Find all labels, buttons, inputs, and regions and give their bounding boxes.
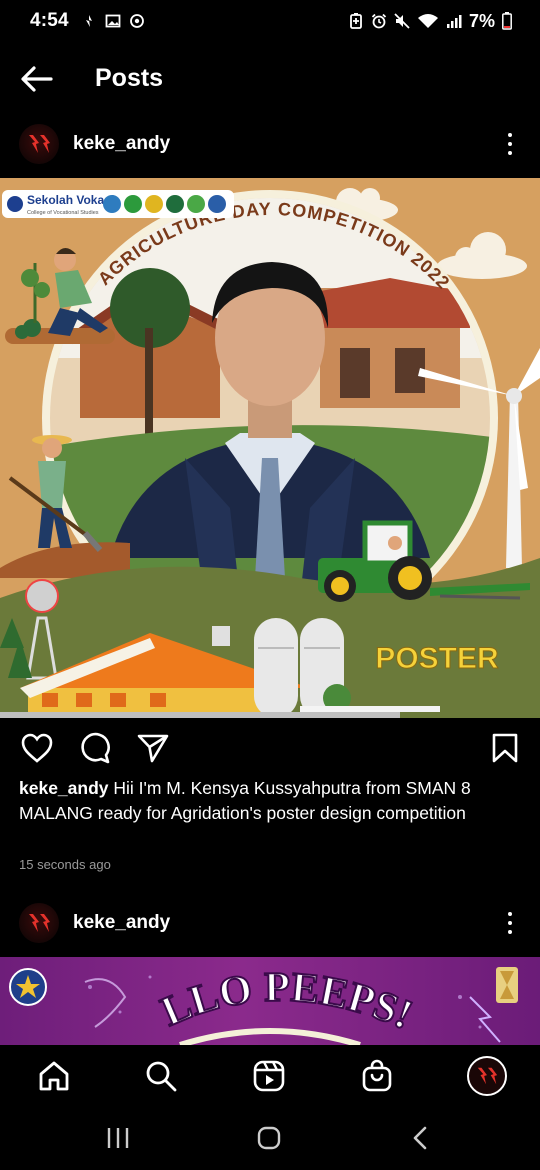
- page-title: Posts: [95, 64, 164, 92]
- poster-label: POSTER: [375, 642, 499, 675]
- post-actions: [0, 728, 540, 768]
- post-caption: keke_andy Hii I'm M. Kensya Kussyahputra…: [19, 776, 524, 826]
- sync-icon: [129, 13, 145, 29]
- alarm-icon: [371, 13, 387, 29]
- share-send-icon[interactable]: [136, 732, 170, 764]
- mute-icon: [394, 13, 410, 29]
- back-arrow-icon[interactable]: [20, 64, 54, 94]
- user-avatar[interactable]: [19, 903, 59, 943]
- top-header: Posts: [0, 52, 540, 108]
- status-time: 4:54: [30, 10, 69, 31]
- wifi-icon: [417, 13, 439, 29]
- image-icon: [105, 13, 121, 29]
- bottom-navigation: [0, 1045, 540, 1107]
- home-pill-icon[interactable]: [257, 1126, 281, 1150]
- battery-saver-icon: [348, 13, 364, 29]
- system-navigation: [0, 1107, 540, 1170]
- recents-icon[interactable]: [106, 1127, 130, 1149]
- home-icon[interactable]: [37, 1059, 71, 1093]
- user-avatar[interactable]: [19, 124, 59, 164]
- status-bar: 4:54 7%: [0, 0, 540, 42]
- shop-icon[interactable]: [360, 1059, 394, 1093]
- profile-avatar[interactable]: [467, 1056, 507, 1096]
- bookmark-icon[interactable]: [488, 732, 522, 764]
- post-username[interactable]: keke_andy: [73, 912, 170, 934]
- signal-icon: [446, 13, 462, 29]
- svg-text:Sekolah Vokasi: Sekolah Vokasi: [27, 193, 114, 207]
- post-image[interactable]: LLO PEEPS!: [0, 957, 540, 1045]
- caption-username[interactable]: keke_andy: [19, 778, 109, 798]
- weather-icon: [81, 13, 97, 29]
- more-options-icon[interactable]: [500, 910, 520, 936]
- battery-percent: 7%: [468, 10, 495, 31]
- svg-text:College of Vocational Studies: College of Vocational Studies: [27, 210, 99, 216]
- search-icon[interactable]: [144, 1059, 178, 1093]
- post-header: keke_andy: [0, 898, 540, 948]
- back-icon[interactable]: [410, 1126, 430, 1150]
- comment-icon[interactable]: [78, 732, 112, 764]
- post-timestamp: 15 seconds ago: [19, 857, 111, 872]
- svg-text:LLO PEEPS!: LLO PEEPS!: [155, 965, 419, 1039]
- post-username[interactable]: keke_andy: [73, 133, 170, 155]
- post-header: keke_andy: [0, 119, 540, 169]
- more-options-icon[interactable]: [500, 131, 520, 157]
- post-image[interactable]: AGRICULTURE DAY COMPETITION 2022 Sekolah…: [0, 178, 540, 718]
- like-heart-icon[interactable]: [20, 732, 54, 764]
- battery-icon: [502, 12, 512, 30]
- reels-icon[interactable]: [252, 1059, 286, 1093]
